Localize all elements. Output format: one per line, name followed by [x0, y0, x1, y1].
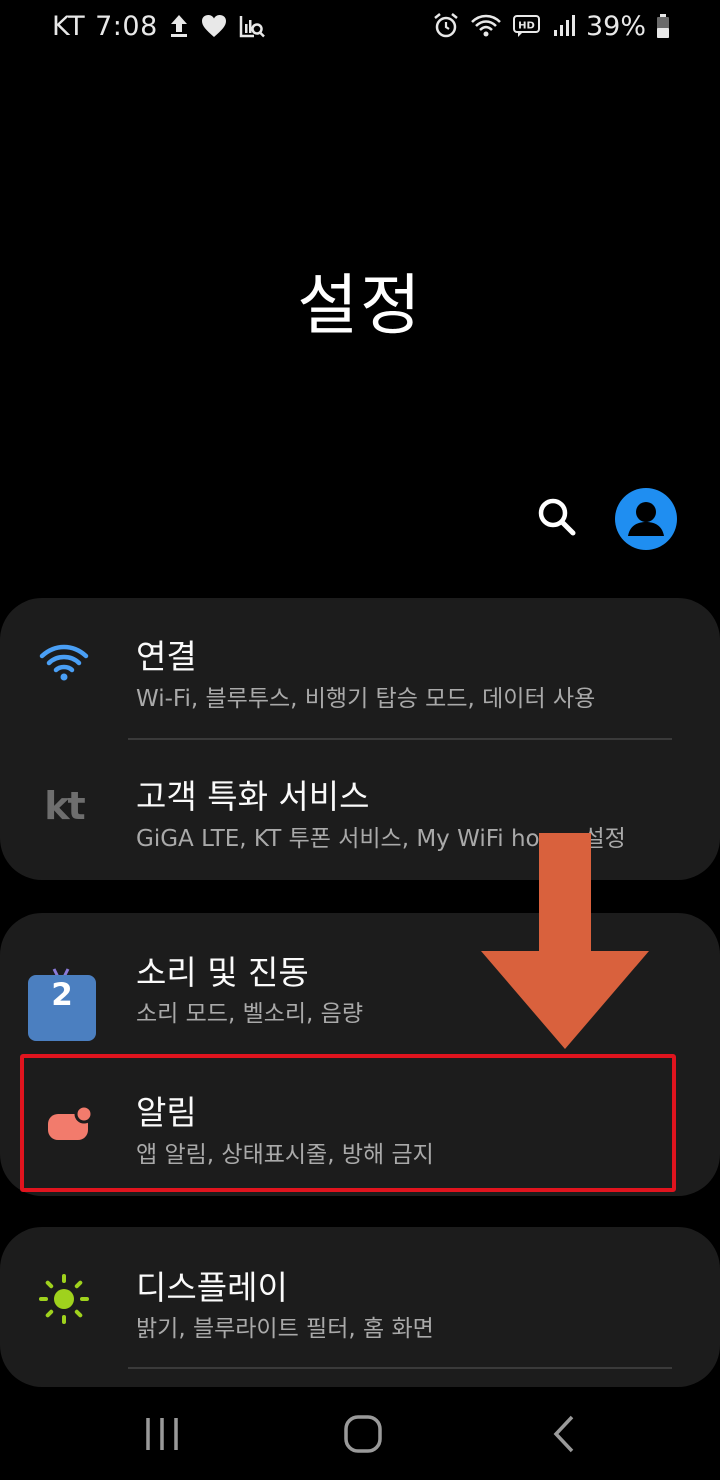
profile-icon: [628, 502, 664, 536]
battery-percent: 39%: [585, 10, 646, 42]
kt-logo-icon: kt: [44, 784, 85, 828]
signal-icon: [552, 13, 576, 39]
svg-text:HD: HD: [518, 21, 535, 32]
highlight-box: [20, 1054, 676, 1192]
settings-item-subtitle: 밝기, 블루라이트 필터, 홈 화면: [136, 1316, 434, 1342]
search-button[interactable]: [533, 493, 581, 541]
heart-icon: [200, 13, 228, 39]
recent-apps-icon: [146, 1418, 178, 1450]
brightness-icon: [34, 1269, 94, 1329]
divider: [128, 1367, 672, 1369]
settings-item-title: 디스플레이: [136, 1268, 288, 1307]
wifi-icon: [470, 13, 502, 39]
page-title: 설정: [297, 267, 423, 344]
settings-item-title: 소리 및 진동: [136, 953, 309, 992]
back-button[interactable]: [541, 1410, 589, 1458]
profile-button[interactable]: [615, 488, 677, 550]
home-button[interactable]: [339, 1410, 387, 1458]
clock: 7:08: [95, 10, 158, 42]
settings-item-subtitle: Wi-Fi, 블루투스, 비행기 탑승 모드, 데이터 사용: [136, 686, 596, 712]
settings-item-connections[interactable]: 연결 Wi-Fi, 블루투스, 비행기 탑승 모드, 데이터 사용: [0, 598, 720, 738]
status-bar-right: HD 39%: [432, 11, 670, 42]
settings-item-subtitle: 소리 모드, 벨소리, 음량: [136, 1001, 363, 1027]
status-bar-left: KT 7:08: [52, 11, 266, 42]
home-icon: [344, 1415, 382, 1453]
alarm-icon: [432, 12, 460, 40]
upload-icon: [168, 13, 190, 39]
settings-item-title: 고객 특화 서비스: [136, 777, 370, 816]
down-arrow-icon: [479, 833, 651, 1051]
battery-icon: [656, 13, 670, 39]
back-icon: [553, 1415, 574, 1453]
hd-voice-icon: HD: [512, 13, 542, 39]
calendar-icon: 2: [28, 965, 96, 1041]
carrier-label: KT: [52, 10, 86, 42]
wifi-icon: [34, 632, 94, 692]
settings-item-title: 연결: [136, 637, 197, 676]
navigation-bar: [0, 1388, 720, 1480]
search-icon: [538, 498, 576, 536]
image-search-icon: [238, 13, 266, 39]
settings-item-display[interactable]: 디스플레이 밝기, 블루라이트 필터, 홈 화면: [0, 1227, 720, 1367]
settings-group-display: 디스플레이 밝기, 블루라이트 필터, 홈 화면: [0, 1227, 720, 1387]
status-bar: KT 7:08 HD 39%: [0, 0, 720, 52]
recent-apps-button[interactable]: [138, 1410, 186, 1458]
